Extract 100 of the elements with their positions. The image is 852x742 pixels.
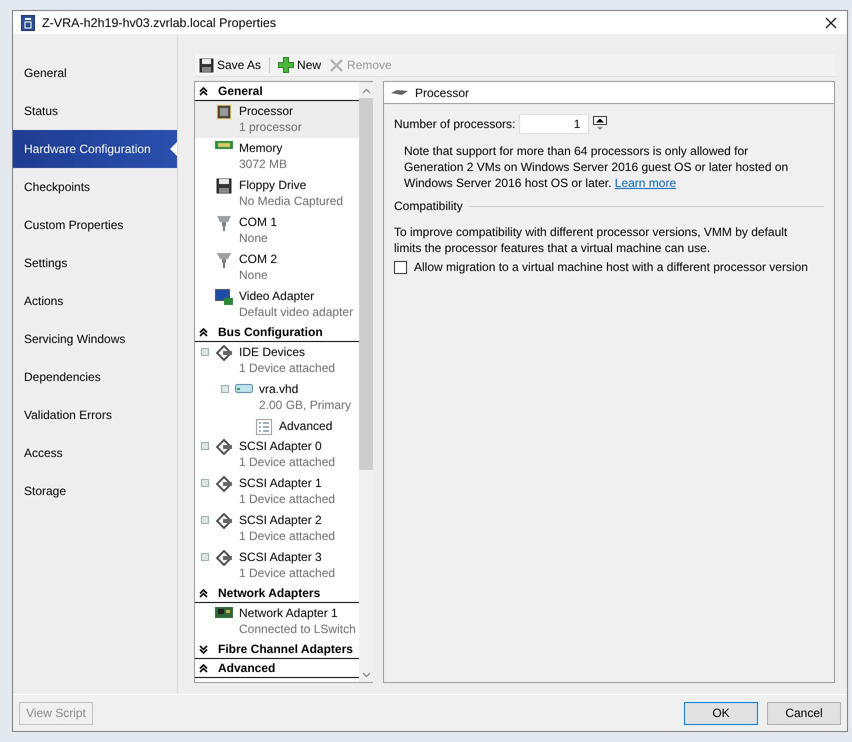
connector-icon: [216, 215, 232, 231]
plus-icon: [278, 57, 294, 73]
item-name: Memory: [239, 140, 284, 156]
item-name: Network Adapter 1: [239, 605, 339, 621]
item-detail: 1 Device attached: [239, 565, 336, 581]
item-name: COM 2: [239, 251, 278, 267]
tree-item[interactable]: IDE Devices 1 Device attached: [195, 342, 359, 379]
item-detail: No Media Captured: [239, 193, 344, 209]
checkbox[interactable]: [394, 260, 407, 274]
section-header[interactable]: Network Adapters: [195, 584, 359, 603]
section-title: General: [218, 84, 263, 98]
spinner-arrows[interactable]: [593, 116, 608, 132]
nav-item[interactable]: Servicing Windows: [13, 320, 177, 358]
tree-item[interactable]: Video Adapter Default video adapter: [195, 286, 359, 323]
connector-icon: [216, 345, 232, 361]
nav-item[interactable]: Status: [13, 92, 177, 130]
connector-icon: [216, 476, 232, 492]
item-detail: 1 Device attached: [239, 528, 336, 544]
tree-item[interactable]: vra.vhd 2.00 GB, Primary: [195, 379, 359, 416]
item-detail: None: [239, 267, 269, 283]
learn-more-link[interactable]: Learn more: [614, 176, 676, 190]
tree-item[interactable]: SCSI Adapter 3 1 Device attached: [195, 547, 359, 584]
item-name: SCSI Adapter 0: [239, 438, 323, 454]
floppy-icon: [199, 58, 214, 72]
nav-item[interactable]: Custom Properties: [13, 206, 177, 244]
drive-icon: [235, 382, 253, 393]
nav-item[interactable]: Storage: [13, 472, 177, 510]
tree-item[interactable]: Floppy Drive No Media Captured: [195, 175, 359, 212]
scroll-down-icon[interactable]: [362, 672, 370, 678]
connector-icon: [216, 513, 232, 529]
chevron-icon[interactable]: [199, 644, 208, 654]
item-name: Video Adapter: [239, 288, 316, 304]
tree-item[interactable]: COM 1 None: [195, 212, 359, 249]
item-detail: 1 Device attached: [239, 360, 336, 376]
monitor-icon: [215, 289, 233, 305]
network-card-icon: [215, 606, 233, 619]
item-detail: 1 Device attached: [239, 454, 336, 470]
checkbox-label: Allow migration to a virtual machine host with a different processor version: [414, 260, 808, 274]
chevron-icon[interactable]: [199, 328, 208, 336]
section-title: Bus Configuration: [218, 325, 323, 339]
ok-button[interactable]: OK: [684, 702, 758, 724]
nav-item[interactable]: Checkpoints: [13, 168, 177, 206]
item-name: SCSI Adapter 2: [239, 512, 323, 528]
item-detail: 2.00 GB, Primary: [259, 397, 352, 413]
window-title: Z-VRA-h2h19-hv03.zvrlab.local Properties: [42, 16, 278, 30]
memory-icon: [215, 141, 233, 150]
nav-item[interactable]: Actions: [13, 282, 177, 320]
tree-item[interactable]: SCSI Adapter 1 1 Device attached: [195, 473, 359, 510]
processor-count-field[interactable]: 1: [519, 114, 590, 134]
nav-item[interactable]: Dependencies: [13, 358, 177, 396]
item-detail: Default video adapter: [239, 304, 354, 320]
scrollbar-thumb[interactable]: [359, 98, 373, 470]
item-detail: Connected to LSwitch: [239, 621, 356, 637]
x-icon: [329, 58, 344, 72]
section-title: Network Adapters: [218, 586, 320, 600]
item-name: Processor: [239, 103, 294, 119]
tree-item[interactable]: Advanced: [195, 416, 359, 436]
connector-icon: [216, 252, 232, 268]
window-icon: [21, 14, 35, 30]
item-detail: 1 Device attached: [239, 491, 336, 507]
description-text: To improve compatibility with different processor versions, VMM by default limits the processor features that a virtual machine can use.: [394, 224, 788, 256]
save-button[interactable]: Save As: [197, 58, 264, 72]
nav-item[interactable]: Validation Errors: [13, 396, 177, 434]
section-header[interactable]: Fibre Channel Adapters: [195, 640, 359, 659]
group-title: Compatibility: [394, 199, 463, 213]
item-detail: None: [239, 230, 269, 246]
section-title: Advanced: [218, 661, 276, 675]
list-icon: [256, 419, 272, 435]
section-title: Fibre Channel Adapters: [218, 642, 353, 656]
floppy-icon: [216, 178, 232, 194]
nav-item[interactable]: Settings: [13, 244, 177, 282]
chevron-icon[interactable]: [199, 664, 208, 672]
scroll-up-icon[interactable]: [362, 88, 370, 94]
tree-item[interactable]: Processor 1 processor: [195, 101, 359, 138]
item-name: Floppy Drive: [239, 177, 308, 193]
item-name: COM 1: [239, 214, 278, 230]
section-header[interactable]: Advanced: [195, 659, 359, 678]
tree-item[interactable]: Network Adapter 1 Connected to LSwitch: [195, 603, 359, 640]
connector-icon: [216, 439, 232, 455]
nav-item[interactable]: General: [13, 54, 177, 92]
item-detail: 1 processor: [239, 119, 302, 135]
connector-icon: [216, 550, 232, 566]
section-header[interactable]: Bus Configuration: [195, 323, 359, 342]
nav-item[interactable]: Hardware Configuration: [13, 130, 177, 168]
tree-item[interactable]: SCSI Adapter 2 1 Device attached: [195, 510, 359, 547]
tree-item[interactable]: COM 2 None: [195, 249, 359, 286]
item-name: vra.vhd: [259, 381, 300, 397]
chevron-icon[interactable]: [199, 588, 208, 598]
note-text: Note that support for more than 64 processors is only allowed for Generation 2 VMs on Windows Server 2016 guest OS or later hosted on Windows Server 2016 host OS or later. Learn more: [404, 143, 790, 191]
new-button[interactable]: New: [276, 57, 324, 73]
item-name: SCSI Adapter 1: [239, 475, 323, 491]
cancel-button[interactable]: Cancel: [767, 702, 841, 724]
chevron-icon[interactable]: [199, 86, 208, 96]
item-name: SCSI Adapter 3: [239, 549, 323, 565]
tree-item[interactable]: Memory 3072 MB: [195, 138, 359, 175]
item-name: Advanced: [279, 418, 332, 434]
tree-item[interactable]: SCSI Adapter 0 1 Device attached: [195, 436, 359, 473]
close-icon[interactable]: [825, 16, 837, 28]
nav-item[interactable]: Access: [13, 434, 177, 472]
field-label: Number of processors:: [394, 117, 516, 131]
